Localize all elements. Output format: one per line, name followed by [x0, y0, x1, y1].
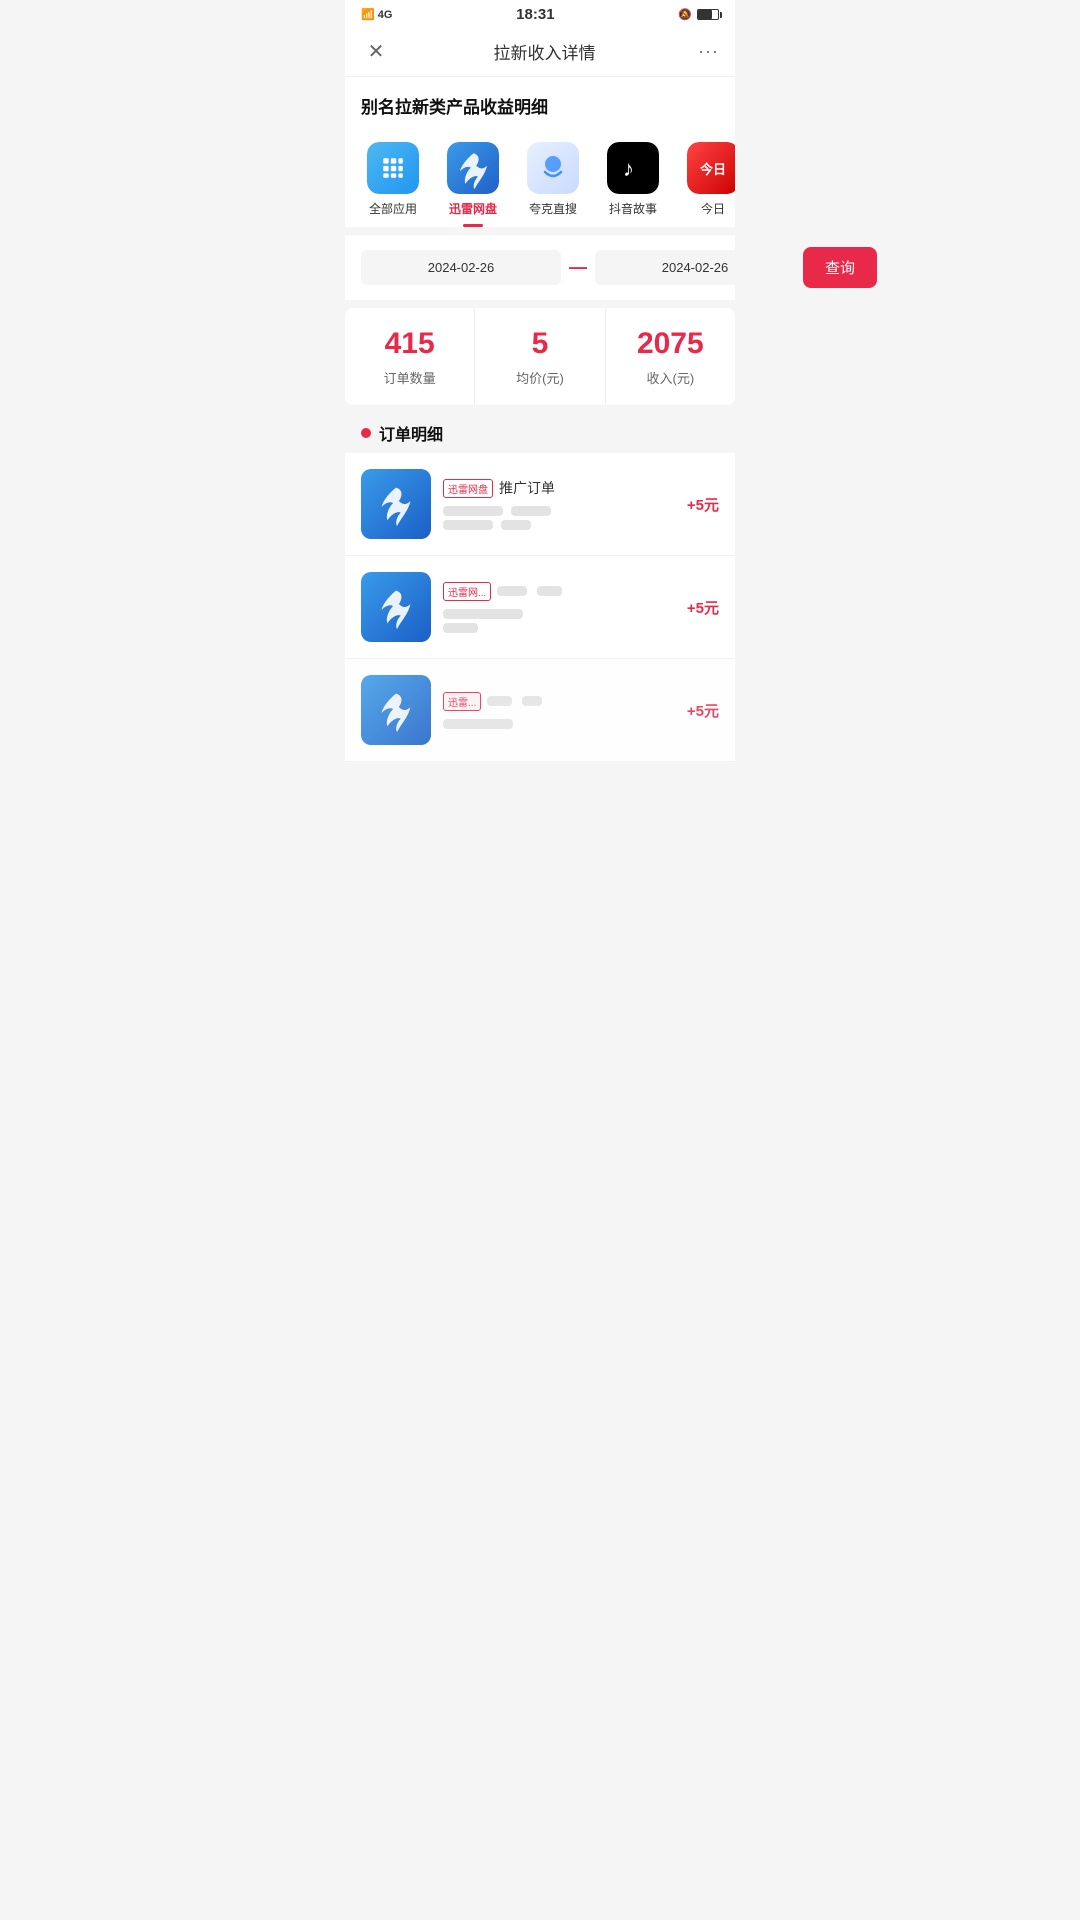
order-title: 推广订单 [499, 478, 555, 498]
stat-value-orders: 415 [353, 326, 466, 362]
blur-title-1 [497, 586, 527, 596]
stat-label-orders: 订单数量 [353, 368, 466, 387]
clock: 18:31 [516, 6, 554, 23]
blur-field-4 [501, 520, 531, 530]
stat-value-revenue: 2075 [614, 326, 727, 362]
status-bar: 📶 4G 18:31 🔕 [345, 0, 735, 27]
all-apps-icon [367, 142, 419, 194]
stat-revenue: 2075 收入(元) [606, 308, 735, 405]
blur-field-3 [443, 520, 493, 530]
order-info: 迅雷网盘 推广订单 [443, 478, 675, 530]
order-item[interactable]: 迅雷... +5元 [345, 659, 735, 762]
order-tag: 迅雷网盘 [443, 479, 493, 498]
tab-label-xunlei: 迅雷网盘 [449, 200, 497, 217]
tab-label-all: 全部应用 [369, 200, 417, 217]
order-tag: 迅雷... [443, 692, 481, 711]
stat-value-price: 5 [483, 326, 596, 362]
order-thumbnail [361, 572, 431, 642]
blur-field-1 [443, 506, 503, 516]
section-title: 别名拉新类产品收益明细 [345, 77, 735, 130]
order-amount: +5元 [687, 597, 719, 618]
tab-douyin[interactable]: ♪ 抖音故事 [593, 138, 673, 227]
order-thumbnail [361, 469, 431, 539]
stats-row: 415 订单数量 5 均价(元) 2075 收入(元) [345, 308, 735, 405]
blur-field-6 [443, 623, 478, 633]
order-list: 迅雷网盘 推广订单 +5元 迅雷网.. [345, 453, 735, 762]
order-info: 迅雷网... [443, 582, 675, 633]
order-thumbnail [361, 675, 431, 745]
system-icons: 🔕 [678, 8, 719, 21]
stat-order-count: 415 订单数量 [345, 308, 475, 405]
query-button[interactable]: 查询 [803, 247, 877, 288]
tab-kuake[interactable]: 夸克直搜 [513, 138, 593, 227]
blur-t2 [522, 696, 542, 706]
order-dot [361, 428, 371, 438]
blur-field-5 [443, 609, 523, 619]
order-meta [443, 506, 675, 530]
signal-indicator: 📶 4G [361, 8, 392, 21]
order-meta [443, 609, 675, 633]
stat-avg-price: 5 均价(元) [475, 308, 605, 405]
start-date-input[interactable] [361, 250, 561, 285]
more-button[interactable]: ··· [698, 41, 719, 62]
date-separator: — [569, 257, 587, 278]
app-tabs: 全部应用 迅雷网盘 夸克直搜 [345, 130, 735, 227]
svg-text:♪: ♪ [623, 156, 634, 181]
tab-label-douyin: 抖音故事 [609, 200, 657, 217]
today-icon: 今日 [687, 142, 735, 194]
date-range: — 查询 [345, 235, 735, 300]
order-item[interactable]: 迅雷网盘 推广订单 +5元 [345, 453, 735, 556]
order-section-header: 订单明细 [345, 405, 735, 453]
stat-label-revenue: 收入(元) [614, 368, 727, 387]
header: ✕ 拉新收入详情 ··· [345, 27, 735, 77]
blur-field-7 [443, 719, 513, 729]
order-amount: +5元 [687, 494, 719, 515]
order-meta [443, 719, 675, 729]
tab-all-apps[interactable]: 全部应用 [353, 138, 433, 227]
close-button[interactable]: ✕ [361, 39, 391, 64]
blur-field-2 [511, 506, 551, 516]
order-tag: 迅雷网... [443, 582, 491, 601]
order-section-title: 订单明细 [379, 421, 443, 445]
blur-t1 [487, 696, 512, 706]
order-amount: +5元 [687, 700, 719, 721]
page-title: 拉新收入详情 [494, 39, 596, 64]
douyin-icon: ♪ [607, 142, 659, 194]
kuake-icon [527, 142, 579, 194]
stat-label-price: 均价(元) [483, 368, 596, 387]
order-info: 迅雷... [443, 692, 675, 729]
order-item[interactable]: 迅雷网... +5元 [345, 556, 735, 659]
tab-xunlei[interactable]: 迅雷网盘 [433, 138, 513, 227]
tab-label-today: 今日 [701, 200, 725, 217]
end-date-input[interactable] [595, 250, 795, 285]
battery-icon [697, 9, 719, 20]
tab-label-kuake: 夸克直搜 [529, 200, 577, 217]
blur-title-2 [537, 586, 562, 596]
xunlei-icon [447, 142, 499, 194]
tab-today[interactable]: 今日 今日 [673, 138, 735, 227]
